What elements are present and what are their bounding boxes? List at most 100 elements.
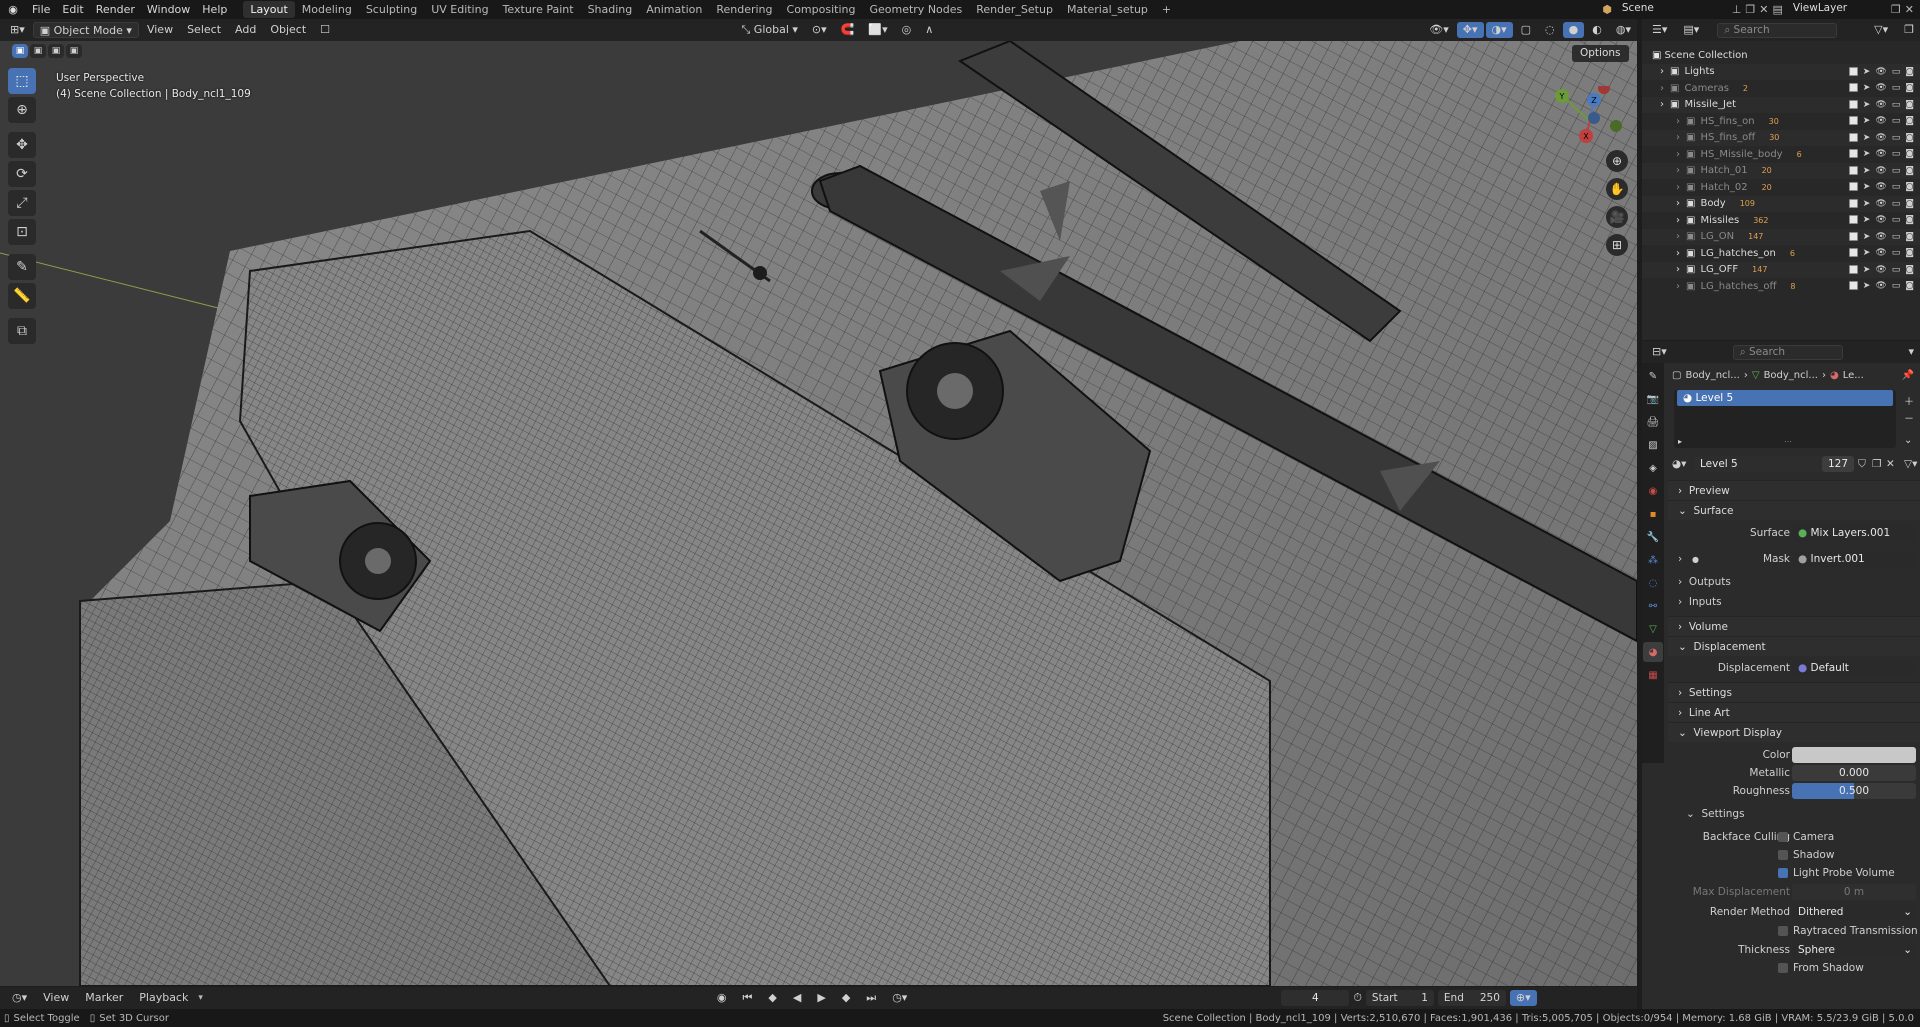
outliner-item[interactable]: › ▣ LG_ON 147 ➤ 👁 ▭ ◙ xyxy=(1642,228,1920,245)
expand-arrow-icon[interactable]: › xyxy=(1660,99,1664,110)
expand-list-icon[interactable]: ▸ xyxy=(1678,437,1682,446)
menu-select[interactable]: Select xyxy=(181,22,227,38)
select-new-icon[interactable]: ▣ xyxy=(12,44,28,58)
render-camera-icon[interactable]: ◙ xyxy=(1905,149,1914,159)
object-tab-icon[interactable]: ▪ xyxy=(1643,504,1663,524)
select-subtract-icon[interactable]: ▣ xyxy=(48,44,64,58)
snap-icon[interactable]: 🧲 xyxy=(835,22,861,38)
material-tab-icon[interactable]: ◕ xyxy=(1643,642,1663,662)
viewport-monitor-icon[interactable]: ▭ xyxy=(1892,265,1901,275)
render-camera-icon[interactable]: ◙ xyxy=(1905,116,1914,126)
viewport-monitor-icon[interactable]: ▭ xyxy=(1892,133,1901,143)
duplicate-material-icon[interactable]: ❐ xyxy=(1872,458,1881,470)
properties-search-input[interactable]: ⌕ Search xyxy=(1732,344,1843,360)
menu-add[interactable]: Add xyxy=(229,22,262,38)
delete-scene-icon[interactable]: ✕ xyxy=(1759,3,1768,16)
particles-tab-icon[interactable]: ⁂ xyxy=(1643,550,1663,570)
rendered-shading-icon[interactable]: ◍▾ xyxy=(1610,22,1637,38)
include-checkbox[interactable] xyxy=(1848,99,1858,109)
end-frame-field[interactable]: End 250 xyxy=(1437,990,1506,1006)
selectable-icon[interactable]: ➤ xyxy=(1863,182,1871,192)
visibility-eye-icon[interactable]: 👁 xyxy=(1875,215,1886,225)
camera-view-icon[interactable]: 🎥 xyxy=(1606,206,1628,228)
selectable-icon[interactable]: ➤ xyxy=(1863,67,1871,77)
modifier-tab-icon[interactable]: 🔧 xyxy=(1643,527,1663,547)
selectable-icon[interactable]: ➤ xyxy=(1863,116,1871,126)
backface-shadow-checkbox[interactable] xyxy=(1778,850,1788,860)
viewport-monitor-icon[interactable]: ▭ xyxy=(1892,182,1901,192)
outliner-root-row[interactable]: ▣ Scene Collection xyxy=(1642,47,1920,64)
selectable-icon[interactable]: ➤ xyxy=(1863,83,1871,93)
outliner-item[interactable]: › ▣ Cameras 2 ➤ 👁 ▭ ◙ xyxy=(1642,80,1920,97)
viewport-monitor-icon[interactable]: ▭ xyxy=(1892,281,1901,291)
outliner-editor-icon[interactable]: ☰▾ xyxy=(1646,22,1673,38)
selectable-icon[interactable]: ➤ xyxy=(1863,199,1871,209)
options-dropdown[interactable]: Options xyxy=(1572,45,1629,62)
render-camera-icon[interactable]: ◙ xyxy=(1905,67,1914,77)
include-checkbox[interactable] xyxy=(1848,264,1858,274)
expand-arrow-icon[interactable]: › xyxy=(1676,149,1680,160)
material-users-count[interactable]: 127 xyxy=(1822,456,1854,472)
visibility-eye-icon[interactable]: 👁 xyxy=(1875,248,1886,258)
vd-color-swatch[interactable] xyxy=(1792,747,1916,763)
resize-handle-icon[interactable]: ⋯ xyxy=(1784,437,1792,446)
outliner-item[interactable]: › ▣ Body 109 ➤ 👁 ▭ ◙ xyxy=(1642,195,1920,212)
material-slot-item[interactable]: ◕ Level 5 xyxy=(1677,390,1893,406)
light-probe-checkbox[interactable] xyxy=(1778,868,1788,878)
visibility-eye-icon[interactable]: 👁 xyxy=(1875,133,1886,143)
menu-file[interactable]: File xyxy=(26,0,56,19)
view-layer-tab-icon[interactable]: ▨ xyxy=(1643,435,1663,455)
panel-preview[interactable]: › Preview xyxy=(1668,480,1920,500)
tab-shading[interactable]: Shading xyxy=(581,1,640,18)
gizmo-neg-x[interactable] xyxy=(1598,86,1610,94)
selectable-icon[interactable]: ➤ xyxy=(1863,166,1871,176)
backface-camera-toggle[interactable]: Camera xyxy=(1778,831,1834,843)
from-shadow-toggle[interactable]: From Shadow xyxy=(1778,962,1864,974)
breadcrumb-mesh[interactable]: Body_ncl... xyxy=(1764,370,1818,381)
timeline-menu-marker[interactable]: Marker xyxy=(79,990,129,1006)
expand-arrow-icon[interactable]: › xyxy=(1676,264,1680,275)
include-checkbox[interactable] xyxy=(1848,165,1858,175)
annotate-tool-icon[interactable]: ✎ xyxy=(8,254,36,280)
render-camera-icon[interactable]: ◙ xyxy=(1905,265,1914,275)
output-tab-icon[interactable]: 🖨 xyxy=(1643,412,1663,432)
menu-edit[interactable]: Edit xyxy=(56,0,89,19)
selectable-icon[interactable]: ➤ xyxy=(1863,133,1871,143)
expand-arrow-icon[interactable]: › xyxy=(1676,281,1680,292)
3d-viewport[interactable] xyxy=(0,41,1637,986)
tab-texture-paint[interactable]: Texture Paint xyxy=(496,1,581,18)
raytraced-toggle[interactable]: Raytraced Transmission xyxy=(1778,925,1918,937)
render-camera-icon[interactable]: ◙ xyxy=(1905,100,1914,110)
visibility-eye-icon[interactable]: 👁 xyxy=(1875,67,1886,77)
transform-tool-icon[interactable]: ⊡ xyxy=(8,219,36,245)
light-probe-toggle[interactable]: Light Probe Volume xyxy=(1778,867,1895,879)
select-box-tool-icon[interactable]: ⬚ xyxy=(8,68,36,94)
constraints-tab-icon[interactable]: ⚯ xyxy=(1643,596,1663,616)
gizmo-neg-z[interactable] xyxy=(1588,112,1600,124)
tab-sculpting[interactable]: Sculpting xyxy=(359,1,424,18)
tab-uv-editing[interactable]: UV Editing xyxy=(424,1,495,18)
display-mode-icon[interactable]: ▤▾ xyxy=(1677,22,1705,38)
outliner-item[interactable]: › ▣ HS_Missile_body 6 ➤ 👁 ▭ ◙ xyxy=(1642,146,1920,163)
expand-arrow-icon[interactable]: › xyxy=(1676,182,1680,193)
keying-icon[interactable]: ◷▾ xyxy=(886,990,913,1006)
displacement-field[interactable]: ● Default xyxy=(1792,660,1916,676)
select-invert-icon[interactable]: ▣ xyxy=(66,44,82,58)
blender-logo-icon[interactable]: ◉ xyxy=(0,0,26,19)
include-checkbox[interactable] xyxy=(1848,215,1858,225)
panel-surface[interactable]: ⌄ Surface xyxy=(1668,500,1920,520)
visibility-icon[interactable]: 👁▾ xyxy=(1423,22,1455,38)
delete-view-layer-icon[interactable]: ✕ xyxy=(1905,3,1914,16)
falloff-icon[interactable]: ∧ xyxy=(919,22,939,38)
outputs-row[interactable]: › Outputs xyxy=(1668,572,1920,592)
material-preview-icon[interactable]: ◐ xyxy=(1586,22,1608,38)
tab-layout[interactable]: Layout xyxy=(243,1,295,18)
from-shadow-checkbox[interactable] xyxy=(1778,963,1788,973)
selectable-icon[interactable]: ➤ xyxy=(1863,232,1871,242)
visibility-eye-icon[interactable]: 👁 xyxy=(1875,199,1886,209)
zoom-icon[interactable]: ⊕ xyxy=(1606,150,1628,172)
panel-volume[interactable]: › Volume xyxy=(1668,616,1920,636)
vd-metallic-field[interactable]: 0.000 xyxy=(1792,765,1916,781)
pin-properties-icon[interactable]: 📌 xyxy=(1902,370,1914,381)
new-scene-icon[interactable]: ❐ xyxy=(1745,3,1755,16)
